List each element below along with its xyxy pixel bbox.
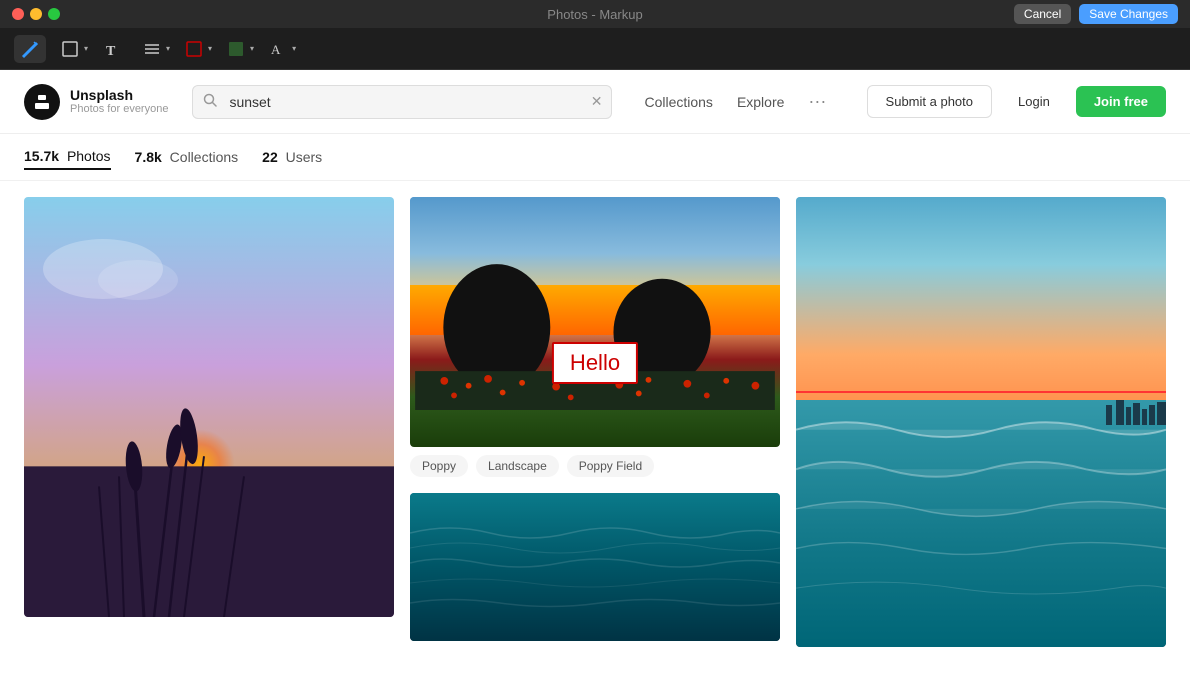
text-tool-button[interactable]: T — [96, 35, 128, 63]
nav-bar: Unsplash Photos for everyone ✕ Collectio… — [0, 70, 1190, 134]
nav-actions: Submit a photo Login Join free — [867, 85, 1166, 118]
tag-poppy[interactable]: Poppy — [410, 455, 468, 477]
collections-link[interactable]: Collections — [644, 94, 712, 110]
login-button[interactable]: Login — [1004, 86, 1064, 117]
mode-name: Markup — [599, 7, 642, 22]
join-free-button[interactable]: Join free — [1076, 86, 1166, 117]
lines-tool-button[interactable] — [136, 35, 168, 63]
photos-label: Photos — [67, 148, 111, 164]
collections-tab[interactable]: 7.8k Collections — [135, 149, 239, 169]
search-clear-icon[interactable]: ✕ — [591, 93, 603, 110]
unsplash-logo — [24, 84, 60, 120]
title-actions: Cancel Save Changes — [1014, 4, 1178, 24]
search-input[interactable] — [192, 85, 612, 119]
photo-item-ocean-sunset[interactable] — [796, 197, 1166, 647]
explore-link[interactable]: Explore — [737, 94, 784, 110]
users-label: Users — [286, 149, 323, 165]
fill-color-group: ▾ — [220, 35, 254, 63]
nav-links: Collections Explore ··· — [644, 91, 826, 112]
submit-photo-button[interactable]: Submit a photo — [867, 85, 992, 118]
traffic-lights — [12, 8, 60, 20]
font-button[interactable]: A — [262, 35, 294, 63]
collections-label: Collections — [170, 149, 238, 165]
photo-tags: Poppy Landscape Poppy Field — [410, 447, 780, 477]
brand-tagline: Photos for everyone — [70, 103, 168, 116]
font-group: A ▾ — [262, 35, 296, 63]
svg-text:T: T — [106, 44, 116, 58]
app-name: Photos — [547, 7, 587, 22]
users-tab[interactable]: 22 Users — [262, 149, 322, 169]
photos-count: 15.7k — [24, 148, 59, 164]
close-button[interactable] — [12, 8, 24, 20]
window-title: Photos - Markup — [547, 7, 642, 22]
maximize-button[interactable] — [48, 8, 60, 20]
photos-tab[interactable]: 15.7k Photos — [24, 148, 111, 170]
shape-tool-group: ▾ — [54, 35, 88, 63]
fill-color-button[interactable] — [220, 35, 252, 63]
lines-tool-group: ▾ — [136, 35, 170, 63]
center-top-wrapper: Hello Poppy Landscape Poppy Field — [410, 197, 780, 477]
hello-annotation: Hello — [552, 342, 638, 384]
markup-toolbar: ▾ T ▾ ▾ ▾ — [0, 28, 1190, 70]
tag-landscape[interactable]: Landscape — [476, 455, 559, 477]
photo-column-right — [796, 197, 1166, 647]
save-changes-button[interactable]: Save Changes — [1079, 4, 1178, 24]
photo-grid: Hello Poppy Landscape Poppy Field — [0, 181, 1190, 663]
title-separator: - — [591, 7, 599, 22]
search-bar: ✕ — [192, 85, 612, 119]
photo-column-center: Hello Poppy Landscape Poppy Field — [410, 197, 780, 647]
cancel-button[interactable]: Cancel — [1014, 4, 1071, 24]
title-bar: Photos - Markup Cancel Save Changes — [0, 0, 1190, 28]
svg-text:A: A — [271, 42, 281, 57]
more-nav-icon[interactable]: ··· — [808, 91, 826, 112]
photo-item-sunset-grass[interactable] — [24, 197, 394, 617]
app-content: Unsplash Photos for everyone ✕ Collectio… — [0, 70, 1190, 680]
search-icon — [203, 93, 217, 110]
minimize-button[interactable] — [30, 8, 42, 20]
photo-item-poppy-sunset[interactable]: Hello — [410, 197, 780, 447]
tag-poppy-field[interactable]: Poppy Field — [567, 455, 654, 477]
border-color-button[interactable] — [178, 35, 210, 63]
users-count: 22 — [262, 149, 278, 165]
red-line-annotation — [796, 391, 1166, 393]
border-color-group: ▾ — [178, 35, 212, 63]
photo-column-left — [24, 197, 394, 647]
shape-tool-button[interactable] — [54, 35, 86, 63]
collections-count: 7.8k — [135, 149, 162, 165]
pen-tool-button[interactable] — [14, 35, 46, 63]
brand-name: Unsplash — [70, 87, 168, 104]
results-bar: 15.7k Photos 7.8k Collections 22 Users — [0, 134, 1190, 181]
logo-text: Unsplash Photos for everyone — [70, 87, 168, 117]
photo-item-teal-ocean[interactable] — [410, 493, 780, 641]
logo-area[interactable]: Unsplash Photos for everyone — [24, 84, 168, 120]
